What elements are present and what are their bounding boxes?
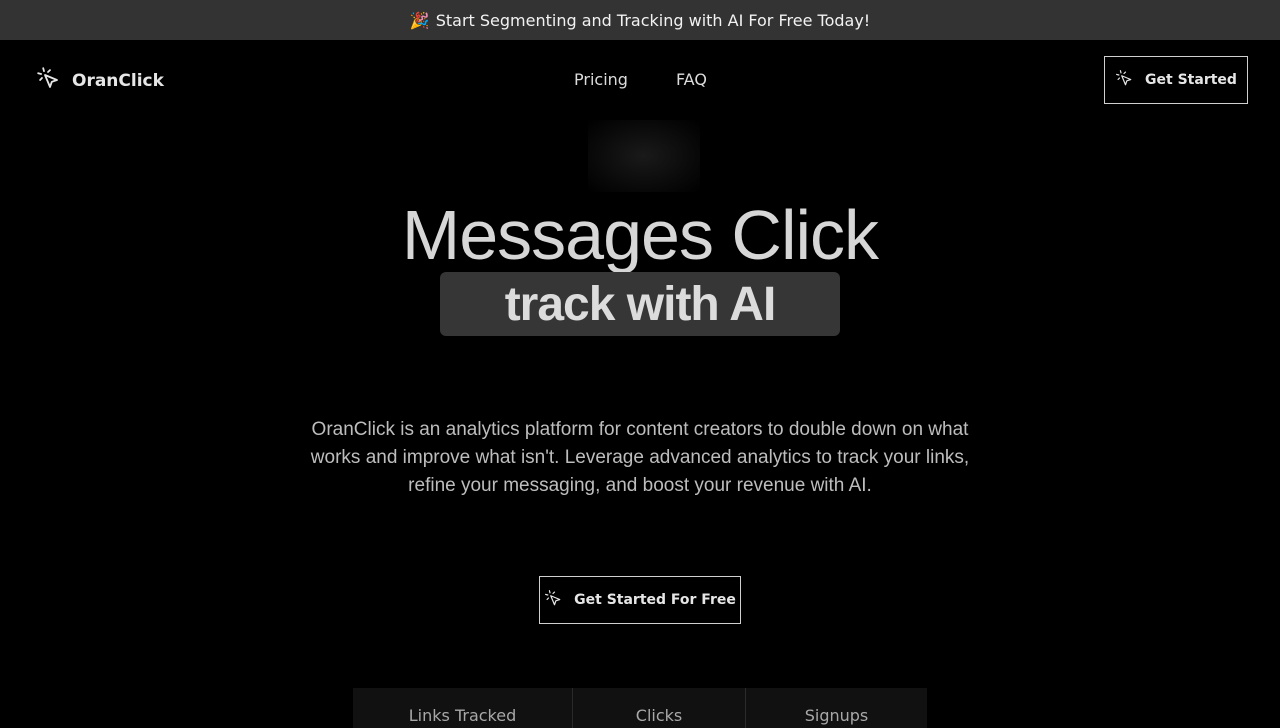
- get-started-free-button[interactable]: Get Started For Free: [539, 576, 741, 624]
- announcement-banner[interactable]: 🎉 Start Segmenting and Tracking with AI …: [0, 0, 1280, 40]
- stat-clicks: Clicks: [573, 688, 746, 728]
- cursor-click-icon: [1115, 69, 1133, 91]
- brand-name: OranClick: [72, 70, 164, 91]
- banner-text: Start Segmenting and Tracking with AI Fo…: [435, 10, 871, 30]
- stat-links-tracked: Links Tracked: [353, 688, 573, 728]
- get-started-free-label: Get Started For Free: [574, 592, 736, 608]
- hero-description: OranClick is an analytics platform for c…: [310, 419, 970, 496]
- nav-link-pricing[interactable]: Pricing: [574, 70, 628, 89]
- hero-title: Messages Click: [401, 196, 879, 274]
- brand-logo[interactable]: OranClick: [36, 66, 164, 95]
- stat-label: Links Tracked: [408, 706, 517, 725]
- hero-highlight-text: track with AI: [504, 277, 777, 331]
- stats-bar: Links Tracked Clicks Signups: [353, 688, 927, 728]
- cursor-click-icon: [36, 66, 60, 95]
- stat-label: Signups: [804, 706, 869, 725]
- party-popper-icon: 🎉: [409, 10, 430, 30]
- cursor-click-icon: [544, 589, 562, 611]
- stat-signups: Signups: [746, 688, 927, 728]
- nav-links: Pricing FAQ: [574, 70, 707, 89]
- nav-link-faq[interactable]: FAQ: [676, 70, 707, 89]
- get-started-button[interactable]: Get Started: [1104, 56, 1248, 104]
- stat-label: Clicks: [635, 706, 683, 725]
- top-navigation: OranClick Pricing FAQ Get Started: [0, 40, 1280, 120]
- hero-glow-decoration: [588, 120, 700, 192]
- hero-highlight-pill: track with AI: [440, 272, 840, 336]
- get-started-label: Get Started: [1145, 72, 1237, 88]
